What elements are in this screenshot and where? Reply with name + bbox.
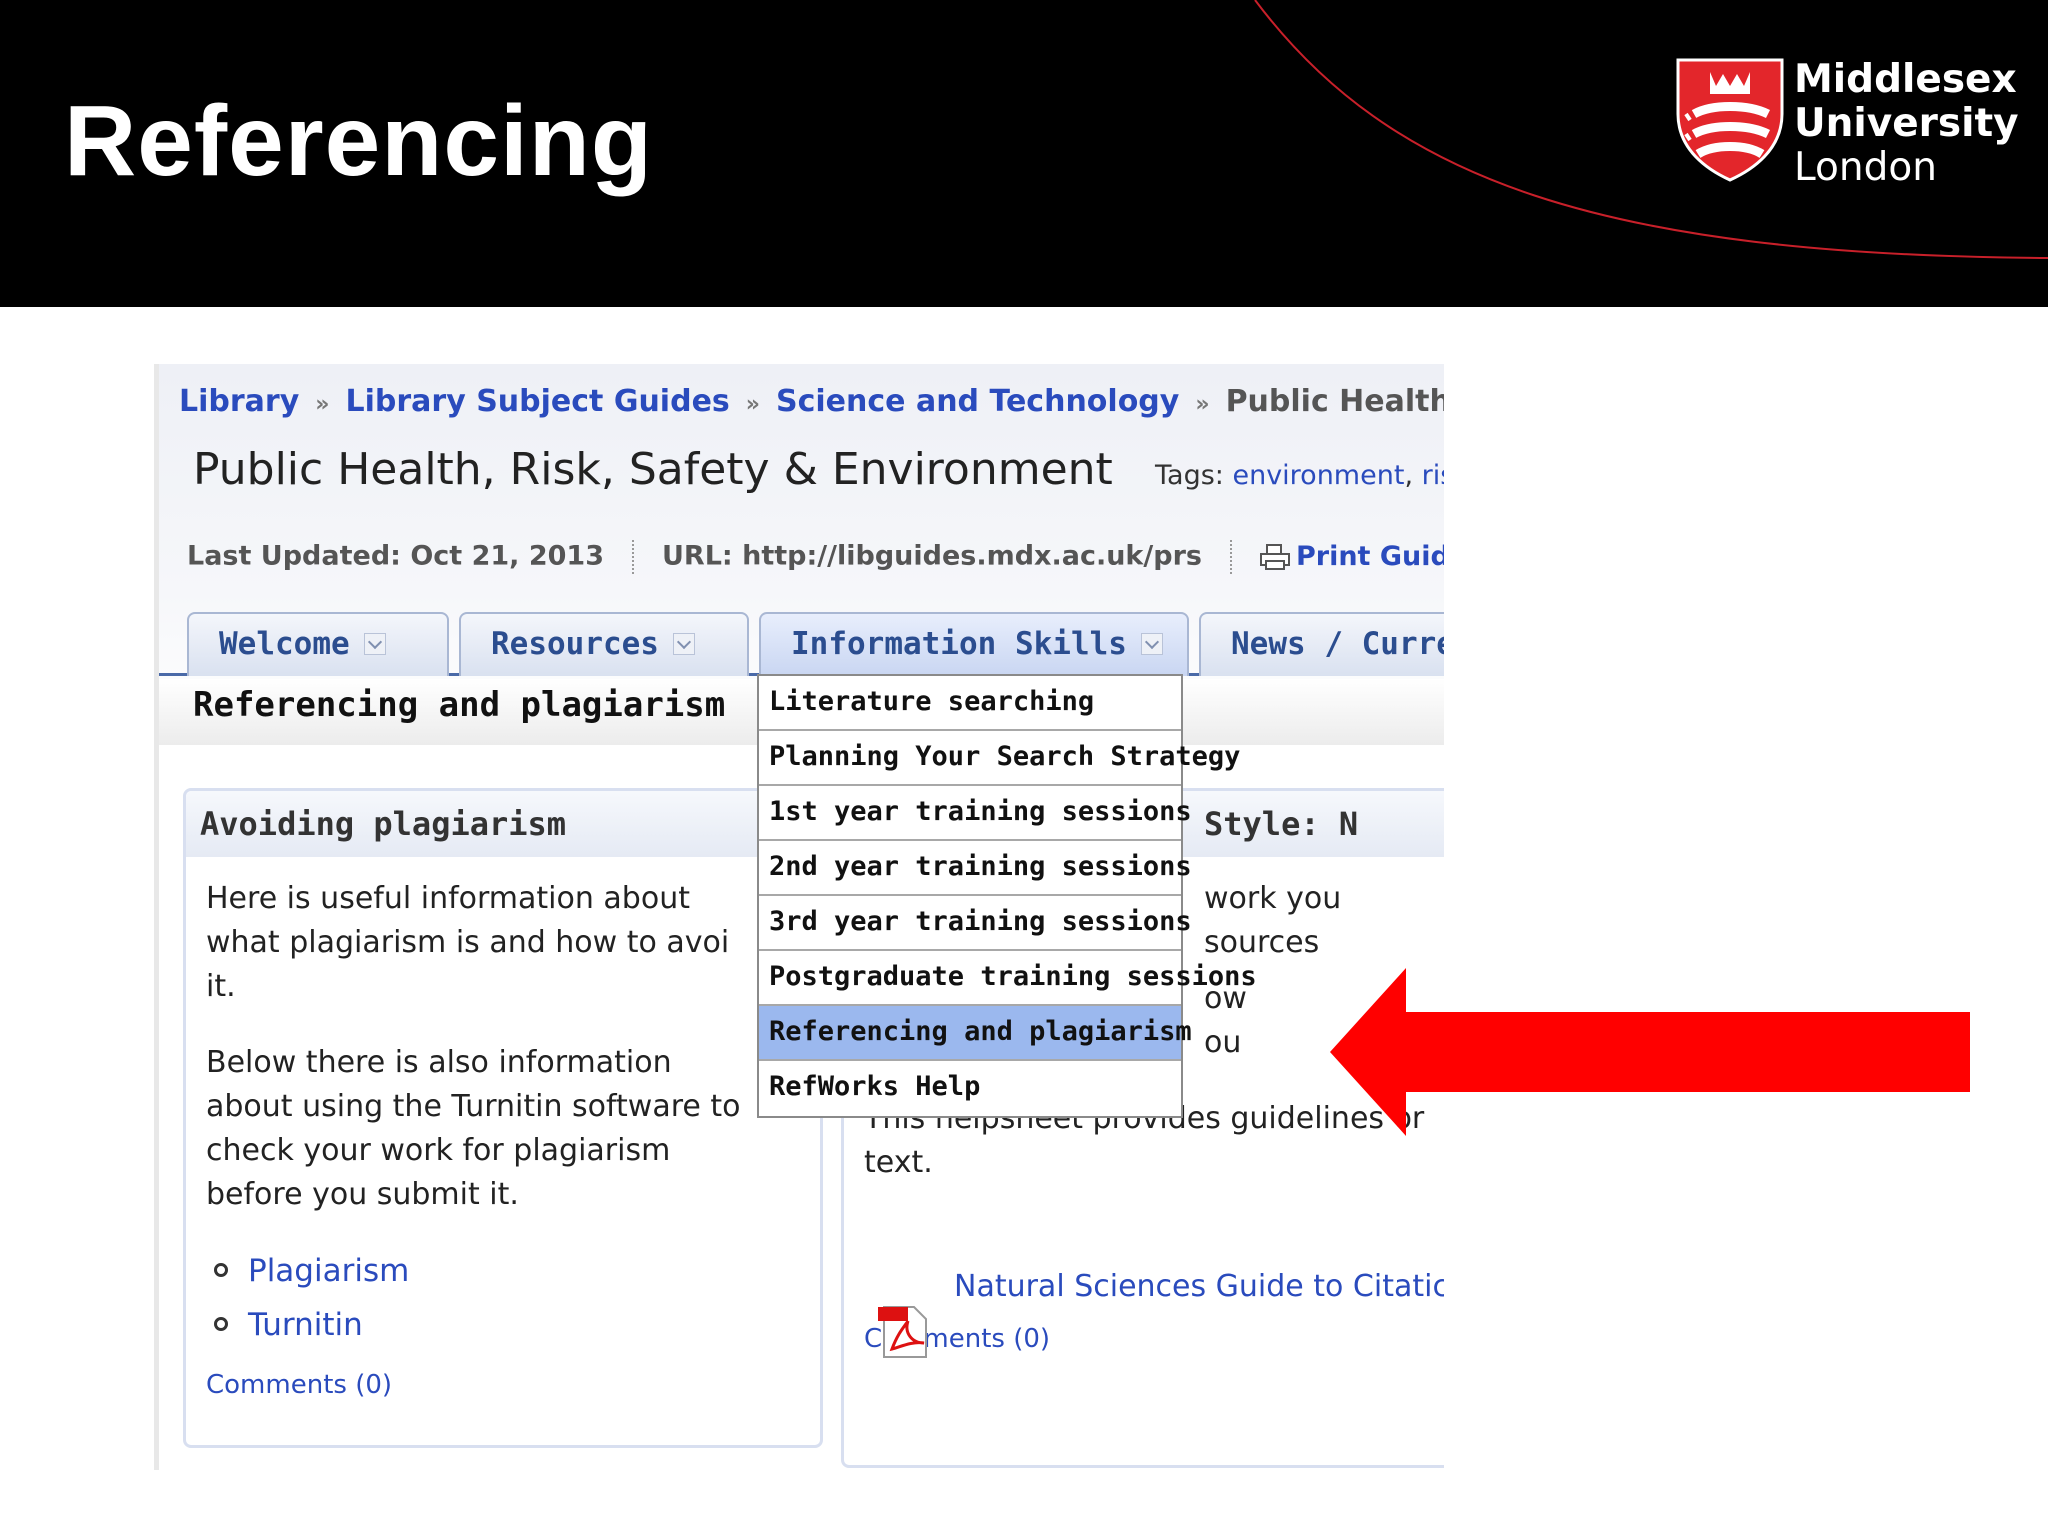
tab-label: Resources (491, 626, 659, 662)
guide-tabs: Welcome Resources Information Skills New… (159, 612, 1444, 676)
paragraph: Below there is also information about us… (206, 1041, 820, 1217)
turnitin-link[interactable]: Turnitin (248, 1307, 363, 1343)
tab-news[interactable]: News / Curre (1199, 612, 1444, 676)
breadcrumb-subject-guides[interactable]: Library Subject Guides (345, 384, 729, 419)
text-line: about using the Turnitin software to (206, 1089, 741, 1124)
text-line: check your work for plagiarism (206, 1133, 671, 1168)
menu-item-2nd-year-training[interactable]: 2nd year training sessions (759, 841, 1192, 896)
breadcrumb-separator: » (745, 392, 760, 417)
guide-meta: Last Updated: Oct 21, 2013 URL: http://li… (187, 540, 1444, 574)
breadcrumb-current: Public Health, Risk (1225, 384, 1444, 419)
guide-url: URL: http://libguides.mdx.ac.uk/prs (661, 540, 1202, 572)
comments-link[interactable]: Comments (0) (206, 1363, 820, 1407)
breadcrumb-library[interactable]: Library (179, 384, 299, 419)
menu-item-1st-year-training[interactable]: 1st year training sessions (759, 786, 1192, 841)
box-header: Avoiding plagiarism (186, 791, 820, 857)
divider (631, 540, 634, 574)
text-line: it. (206, 969, 236, 1004)
text-line: work you (1204, 881, 1342, 916)
tag-environment[interactable]: environment (1232, 460, 1404, 491)
tab-information-skills[interactable]: Information Skills (759, 612, 1189, 676)
logo-line1: Middlesex (1794, 57, 2017, 102)
tab-label: Information Skills (791, 626, 1127, 662)
tab-welcome[interactable]: Welcome (187, 612, 449, 676)
logo-line3: London (1794, 145, 1937, 190)
breadcrumb-science-technology[interactable]: Science and Technology (776, 384, 1179, 419)
paragraph: Here is useful information about what pl… (206, 877, 820, 1009)
breadcrumb-separator: » (1195, 392, 1210, 417)
university-logo: Middlesex University London (1676, 58, 2019, 190)
last-updated: Last Updated: Oct 21, 2013 (187, 540, 604, 572)
chevron-down-icon[interactable] (672, 632, 695, 655)
breadcrumb-separator: » (315, 392, 330, 417)
list-item: Plagiarism (206, 1249, 820, 1303)
red-arrow-icon (1330, 968, 1970, 1136)
tab-label: Welcome (219, 626, 350, 662)
chevron-down-icon[interactable] (363, 632, 386, 655)
menu-item-refworks-help[interactable]: RefWorks Help (759, 1061, 1181, 1116)
slide-title: Referencing (64, 85, 653, 197)
tab-label: News / Curre (1231, 626, 1444, 662)
printer-icon (1259, 544, 1290, 570)
avoiding-plagiarism-box: Avoiding plagiarism Here is useful infor… (183, 788, 823, 1448)
tag-risk[interactable]: ris (1422, 460, 1444, 491)
logo-wordmark: Middlesex University London (1794, 58, 2019, 190)
guide-title: Public Health, Risk, Safety & Environmen… (193, 444, 1113, 495)
libguide-screenshot: Library » Library Subject Guides » Science a… (154, 364, 1444, 1470)
breadcrumb: Library » Library Subject Guides » Science a… (179, 384, 1444, 419)
menu-item-literature-searching[interactable]: Literature searching (759, 676, 1181, 731)
print-guide-link[interactable]: Print Guide (1259, 540, 1444, 572)
menu-item-postgraduate-training[interactable]: Postgraduate training sessions (759, 951, 1257, 1006)
tags-label: Tags: (1155, 460, 1224, 491)
text-line: Here is useful information about (206, 881, 690, 916)
bullet-icon (214, 1262, 228, 1277)
tab-resources[interactable]: Resources (459, 612, 749, 676)
bullet-icon (214, 1316, 228, 1331)
text-line: sources (1204, 925, 1320, 960)
list-item: Turnitin (206, 1303, 820, 1357)
text-line: ou (1204, 1025, 1242, 1060)
box-body: Here is useful information about what pl… (186, 857, 820, 1407)
text-line: Below there is also information (206, 1045, 672, 1080)
text-line: text. (864, 1145, 933, 1180)
shield-icon (1676, 58, 1784, 182)
pdf-icon (878, 1306, 927, 1358)
chevron-down-icon[interactable] (1140, 632, 1163, 655)
print-guide-label: Print Guide (1295, 540, 1444, 572)
menu-item-referencing-plagiarism[interactable]: Referencing and plagiarism (759, 1006, 1192, 1061)
page-heading: Referencing and plagiarism (193, 685, 726, 725)
text-line: before you submit it. (206, 1177, 519, 1212)
menu-item-3rd-year-training[interactable]: 3rd year training sessions (759, 896, 1192, 951)
divider (1229, 540, 1232, 574)
logo-line2: University (1794, 101, 2019, 146)
natural-sciences-guide-link[interactable]: Natural Sciences Guide to Citatic (954, 1265, 1444, 1309)
menu-item-planning-search-strategy[interactable]: Planning Your Search Strategy (759, 731, 1240, 786)
information-skills-dropdown: Literature searching Planning Your Searc… (757, 674, 1257, 1118)
plagiarism-link[interactable]: Plagiarism (248, 1253, 409, 1289)
text-line: what plagiarism is and how to avoi (206, 925, 730, 960)
guide-tags: Tags: environment, ris (1155, 460, 1444, 491)
link-list: Plagiarism Turnitin (206, 1249, 820, 1357)
slide-header: Referencing Middlesex University London (0, 0, 2048, 307)
